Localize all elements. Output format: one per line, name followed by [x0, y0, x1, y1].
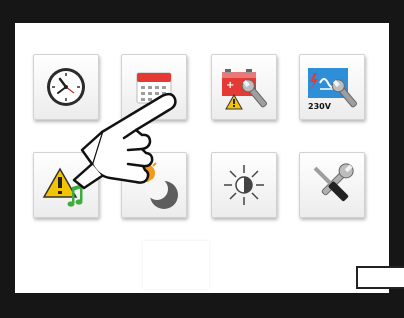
settings-tools-button[interactable]	[299, 152, 365, 218]
empty-panel	[143, 241, 209, 289]
svg-text:+: +	[226, 80, 234, 91]
battery-service-button[interactable]: + −	[211, 54, 277, 120]
ac-power-button[interactable]: 230V	[299, 54, 365, 120]
brightness-button[interactable]	[211, 152, 277, 218]
brightness-icon	[224, 165, 264, 205]
ac-power-wrench-icon: 230V	[308, 68, 357, 111]
voltage-label: 230V	[308, 102, 332, 111]
slide-tab[interactable]	[356, 266, 404, 289]
pointing-hand-icon	[62, 80, 186, 194]
tools-icon	[313, 163, 354, 202]
battery-warning-wrench-icon: + −	[222, 69, 267, 110]
